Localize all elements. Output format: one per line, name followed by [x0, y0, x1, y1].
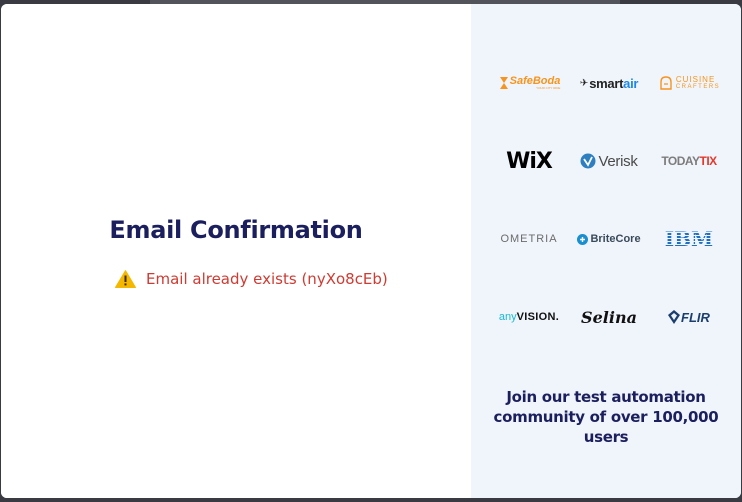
wix-logo: WiX	[506, 148, 553, 174]
page-title: Email Confirmation	[109, 216, 363, 244]
britecore-logo: BriteCore	[569, 200, 649, 278]
ibm-logo: IBM	[664, 227, 714, 251]
safeboda-logo: SafeBoda YOUR CITY RIDE	[489, 44, 569, 122]
flir-logo: FLIR	[649, 278, 729, 356]
confirmation-panel: Email Confirmation Email already exists …	[1, 4, 471, 498]
community-line-2: community of over 100,000 users	[493, 408, 719, 446]
smartair-logo: ✈ smart air	[579, 75, 639, 91]
cuisine-crafters-logo: CUISINE CRAFTERS	[649, 44, 729, 122]
verisk-logo: Verisk	[569, 122, 649, 200]
ometria-logo: OMETRIA	[500, 233, 558, 245]
selina-logo: Selina	[581, 307, 637, 327]
anyvision-logo: any VISION.	[498, 311, 560, 323]
customer-logos-panel: SafeBoda YOUR CITY RIDE ✈ smart air CUISI…	[471, 4, 741, 498]
error-text: Email already exists (nyXo8cEb)	[146, 270, 388, 288]
signup-modal: Email Confirmation Email already exists …	[1, 4, 741, 498]
todaytix-logo: TODAY TIX	[661, 154, 717, 168]
community-text: Join our test automation community of ov…	[471, 387, 741, 447]
error-message: Email already exists (nyXo8cEb)	[115, 270, 388, 288]
warning-icon	[115, 270, 136, 288]
community-line-1: Join our test automation	[506, 388, 706, 406]
logo-grid: SafeBoda YOUR CITY RIDE ✈ smart air CUISI…	[489, 44, 729, 356]
